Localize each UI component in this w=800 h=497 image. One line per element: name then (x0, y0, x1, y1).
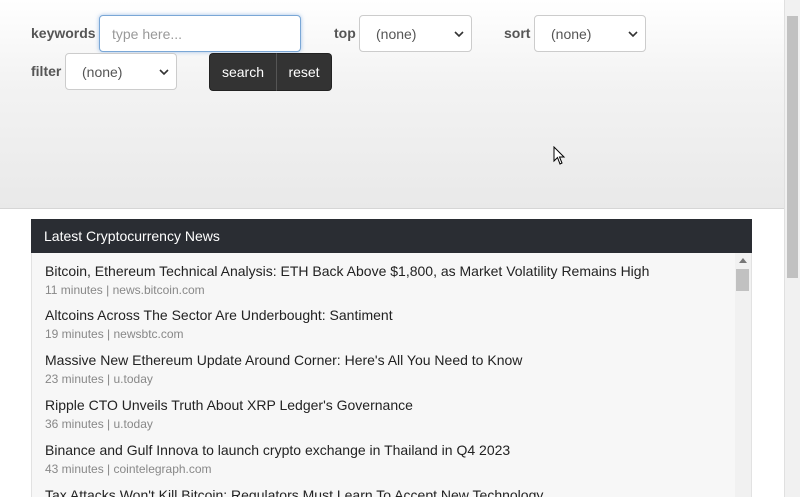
search-button[interactable]: search (209, 53, 277, 91)
scroll-up-arrow-icon[interactable] (739, 258, 747, 263)
news-age: 43 minutes (45, 462, 104, 476)
sort-label: sort (504, 25, 531, 41)
news-item[interactable]: Binance and Gulf Innova to launch crypto… (45, 442, 510, 476)
news-title[interactable]: Bitcoin, Ethereum Technical Analysis: ET… (45, 263, 649, 279)
news-panel: Latest Cryptocurrency News Bitcoin, Ethe… (31, 219, 752, 497)
keywords-label: keywords (31, 25, 96, 41)
filter-select-value: (none) (82, 64, 123, 80)
news-header: Latest Cryptocurrency News (31, 219, 752, 253)
news-meta: 11 minutes | news.bitcoin.com (45, 283, 205, 297)
news-meta: 36 minutes | u.today (45, 417, 153, 431)
top-select-value: (none) (376, 26, 417, 42)
news-title[interactable]: Binance and Gulf Innova to launch crypto… (45, 442, 510, 458)
news-source: u.today (113, 372, 153, 386)
search-reset-button-group: search reset (209, 53, 332, 91)
keywords-input[interactable] (99, 15, 301, 52)
filter-panel: keywords top (none) sort (none) filter (… (0, 0, 784, 209)
chevron-down-icon (159, 69, 169, 76)
news-item[interactable]: Tax Attacks Won't Kill Bitcoin: Regulato… (45, 487, 543, 497)
top-label: top (334, 25, 356, 41)
page: keywords top (none) sort (none) filter (… (0, 0, 784, 497)
news-list: Bitcoin, Ethereum Technical Analysis: ET… (31, 253, 752, 497)
news-title[interactable]: Ripple CTO Unveils Truth About XRP Ledge… (45, 397, 413, 413)
news-source: cointelegraph.com (113, 462, 212, 476)
news-item[interactable]: Bitcoin, Ethereum Technical Analysis: ET… (45, 263, 649, 297)
scrollbar-thumb[interactable] (736, 269, 749, 291)
news-title[interactable]: Massive New Ethereum Update Around Corne… (45, 352, 522, 368)
news-list-scrollbar[interactable] (735, 253, 751, 497)
news-item[interactable]: Massive New Ethereum Update Around Corne… (45, 352, 522, 386)
sort-select-value: (none) (551, 26, 592, 42)
news-age: 23 minutes (45, 372, 104, 386)
news-age: 11 minutes (45, 283, 103, 297)
news-age: 19 minutes (45, 327, 104, 341)
news-title[interactable]: Tax Attacks Won't Kill Bitcoin: Regulato… (45, 487, 543, 497)
news-title[interactable]: Altcoins Across The Sector Are Underboug… (45, 307, 393, 323)
filter-select[interactable]: (none) (65, 53, 177, 90)
news-source: newsbtc.com (113, 327, 184, 341)
sort-select[interactable]: (none) (534, 15, 646, 52)
news-meta: 23 minutes | u.today (45, 372, 153, 386)
news-source: news.bitcoin.com (112, 283, 205, 297)
mouse-cursor-icon (553, 146, 566, 165)
filter-label: filter (31, 63, 62, 79)
page-scrollbar-thumb[interactable] (787, 16, 798, 278)
news-item[interactable]: Ripple CTO Unveils Truth About XRP Ledge… (45, 397, 413, 431)
chevron-down-icon (628, 31, 638, 38)
reset-button[interactable]: reset (277, 53, 332, 91)
news-meta: 19 minutes | newsbtc.com (45, 327, 184, 341)
top-select[interactable]: (none) (359, 15, 472, 52)
news-age: 36 minutes (45, 417, 104, 431)
page-scrollbar[interactable] (784, 0, 800, 497)
chevron-down-icon (454, 31, 464, 38)
news-item[interactable]: Altcoins Across The Sector Are Underboug… (45, 307, 393, 341)
news-source: u.today (113, 417, 153, 431)
news-meta: 43 minutes | cointelegraph.com (45, 462, 212, 476)
